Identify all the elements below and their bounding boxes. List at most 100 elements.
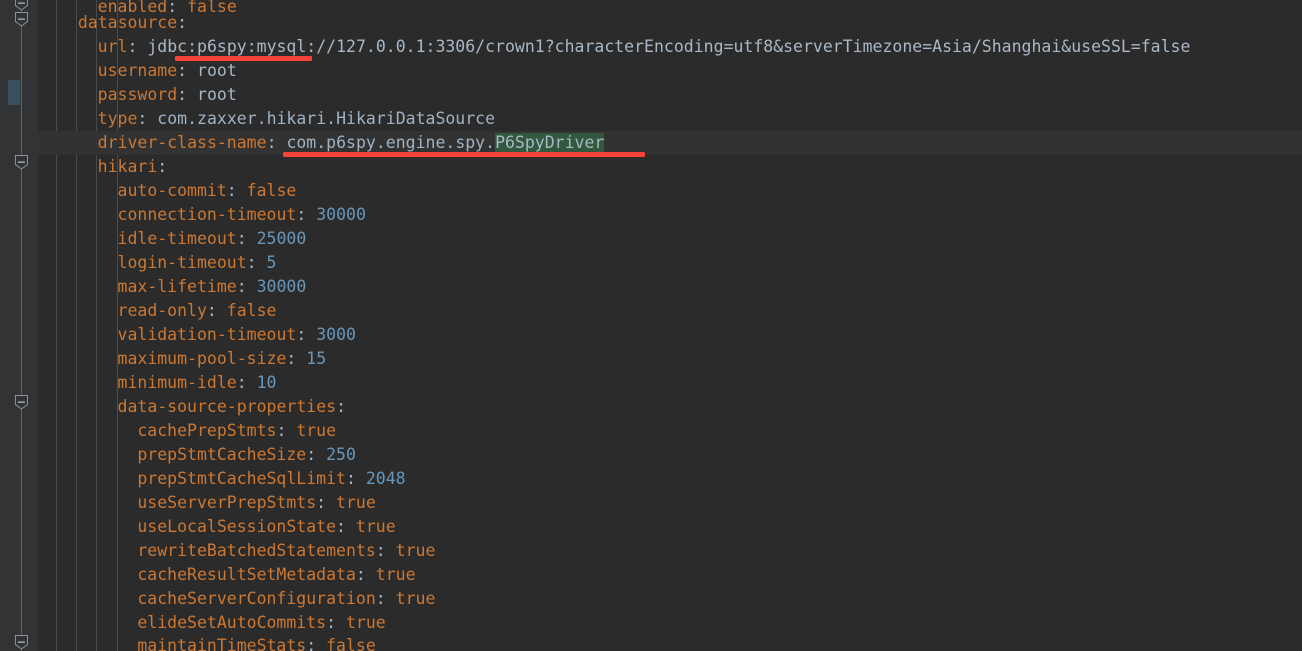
code-line[interactable]: password: root <box>98 83 237 107</box>
underline-p6spy-driver <box>283 152 645 157</box>
token-ref: com.p6spy.engine.spy. <box>286 133 496 152</box>
token-key: prepStmtCacheSize <box>137 445 307 464</box>
code-line[interactable]: maintainTimeStats: false <box>137 634 375 651</box>
token-punct: : <box>355 565 376 584</box>
code-line[interactable]: read-only: false <box>118 299 277 323</box>
fold-marker-enabled[interactable] <box>14 0 29 11</box>
token-punct: : <box>336 517 356 536</box>
code-line[interactable]: maximum-pool-size: 15 <box>118 347 327 371</box>
indent-guide-1 <box>76 0 77 651</box>
token-punct: : <box>157 157 168 176</box>
token-bool: false <box>187 0 237 16</box>
code-line[interactable]: prepStmtCacheSqlLimit: 2048 <box>137 467 405 491</box>
token-key: hikari <box>97 157 158 176</box>
token-ref: com.zaxxer.hikari.HikariDataSource <box>157 109 496 128</box>
token-num: 2048 <box>365 469 406 488</box>
token-punct: : <box>177 13 188 32</box>
code-line[interactable]: max-lifetime: 30000 <box>118 275 307 299</box>
token-punct: : <box>127 37 148 56</box>
code-surface[interactable]: enabled: false datasource: url: jdbc:p6spy… <box>38 0 1302 651</box>
token-key: cachePrepStmts <box>137 421 277 440</box>
code-line[interactable]: cacheServerConfiguration: true <box>137 587 435 611</box>
token-punct: : <box>286 349 307 368</box>
token-punct: : <box>266 133 287 152</box>
token-key: driver-class-name <box>97 133 267 152</box>
code-line[interactable]: useServerPrepStmts: true <box>137 491 375 515</box>
code-line[interactable]: hikari: <box>98 155 168 179</box>
fold-marker-bottom[interactable] <box>14 635 29 650</box>
token-str: root <box>197 61 237 80</box>
token-key: connection-timeout <box>117 205 297 224</box>
token-punct: : <box>276 421 297 440</box>
token-punct: : <box>236 229 257 248</box>
code-line[interactable]: minimum-idle: 10 <box>118 371 277 395</box>
code-line[interactable]: rewriteBatchedStatements: true <box>137 539 435 563</box>
token-key: username <box>97 61 178 80</box>
token-key: useServerPrepStmts <box>137 493 317 512</box>
token-key: useLocalSessionState <box>137 517 337 536</box>
token-key: cacheServerConfiguration <box>137 589 376 608</box>
token-num: 15 <box>306 349 327 368</box>
token-num: 10 <box>256 373 277 392</box>
code-line[interactable]: datasource: <box>78 11 187 35</box>
token-key: password <box>97 85 178 104</box>
code-editor[interactable]: enabled: false datasource: url: jdbc:p6spy… <box>0 0 1302 651</box>
token-key: data-source-properties <box>117 397 337 416</box>
token-key: auto-commit <box>117 181 227 200</box>
vcs-changed-lines-marker[interactable] <box>8 80 20 105</box>
fold-marker-hikari[interactable] <box>14 155 29 170</box>
code-line[interactable]: username: root <box>98 59 237 83</box>
token-punct: : <box>137 109 158 128</box>
token-key: minimum-idle <box>117 373 237 392</box>
token-key: cacheResultSetMetadata <box>137 565 356 584</box>
code-line[interactable]: useLocalSessionState: true <box>137 515 395 539</box>
fold-region-line <box>21 0 22 651</box>
code-line[interactable]: type: com.zaxxer.hikari.HikariDataSource <box>98 107 495 131</box>
token-str: root <box>197 85 237 104</box>
token-punct: : <box>246 253 267 272</box>
token-num: 30000 <box>256 277 307 296</box>
token-num: 30000 <box>316 205 366 224</box>
token-bool: false <box>326 636 376 651</box>
token-num: 250 <box>326 445 356 464</box>
token-bool: false <box>246 181 297 200</box>
token-bool: true <box>345 613 386 632</box>
token-key: read-only <box>117 301 207 320</box>
token-key: elideSetAutoCommits <box>137 613 327 632</box>
token-hl: P6SpyDriver <box>495 133 605 152</box>
token-punct: : <box>345 469 366 488</box>
code-line[interactable]: cachePrepStmts: true <box>137 419 336 443</box>
token-punct: : <box>306 636 327 651</box>
code-line[interactable]: login-timeout: 5 <box>118 251 277 275</box>
code-line[interactable]: validation-timeout: 3000 <box>118 323 356 347</box>
token-key: login-timeout <box>117 253 247 272</box>
token-punct: : <box>236 277 257 296</box>
code-line[interactable]: connection-timeout: 30000 <box>118 203 366 227</box>
token-key: maximum-pool-size <box>117 349 287 368</box>
token-punct: : <box>296 205 317 224</box>
token-key: datasource <box>77 13 178 32</box>
editor-gutter[interactable] <box>0 0 38 651</box>
token-punct: : <box>306 445 327 464</box>
token-key: validation-timeout <box>117 325 297 344</box>
token-punct: : <box>375 589 396 608</box>
token-punct: : <box>326 613 346 632</box>
fold-marker-data-source-properties[interactable] <box>14 395 29 410</box>
token-punct: : <box>316 493 337 512</box>
token-bool: true <box>296 421 337 440</box>
token-bool: true <box>355 517 396 536</box>
token-punct: : <box>296 325 317 344</box>
code-line[interactable]: data-source-properties: <box>118 395 346 419</box>
token-bool: true <box>395 541 436 560</box>
token-key: type <box>97 109 138 128</box>
token-bool: true <box>336 493 376 512</box>
code-line[interactable]: prepStmtCacheSize: 250 <box>137 443 356 467</box>
code-line[interactable]: elideSetAutoCommits: true <box>137 611 385 635</box>
code-line[interactable]: cacheResultSetMetadata: true <box>137 563 415 587</box>
code-line[interactable]: idle-timeout: 25000 <box>118 227 307 251</box>
fold-marker-datasource[interactable] <box>14 12 29 27</box>
code-line[interactable]: auto-commit: false <box>118 179 297 203</box>
token-punct: : <box>336 397 346 416</box>
token-num: 25000 <box>256 229 307 248</box>
indent-guide-0 <box>56 0 57 651</box>
